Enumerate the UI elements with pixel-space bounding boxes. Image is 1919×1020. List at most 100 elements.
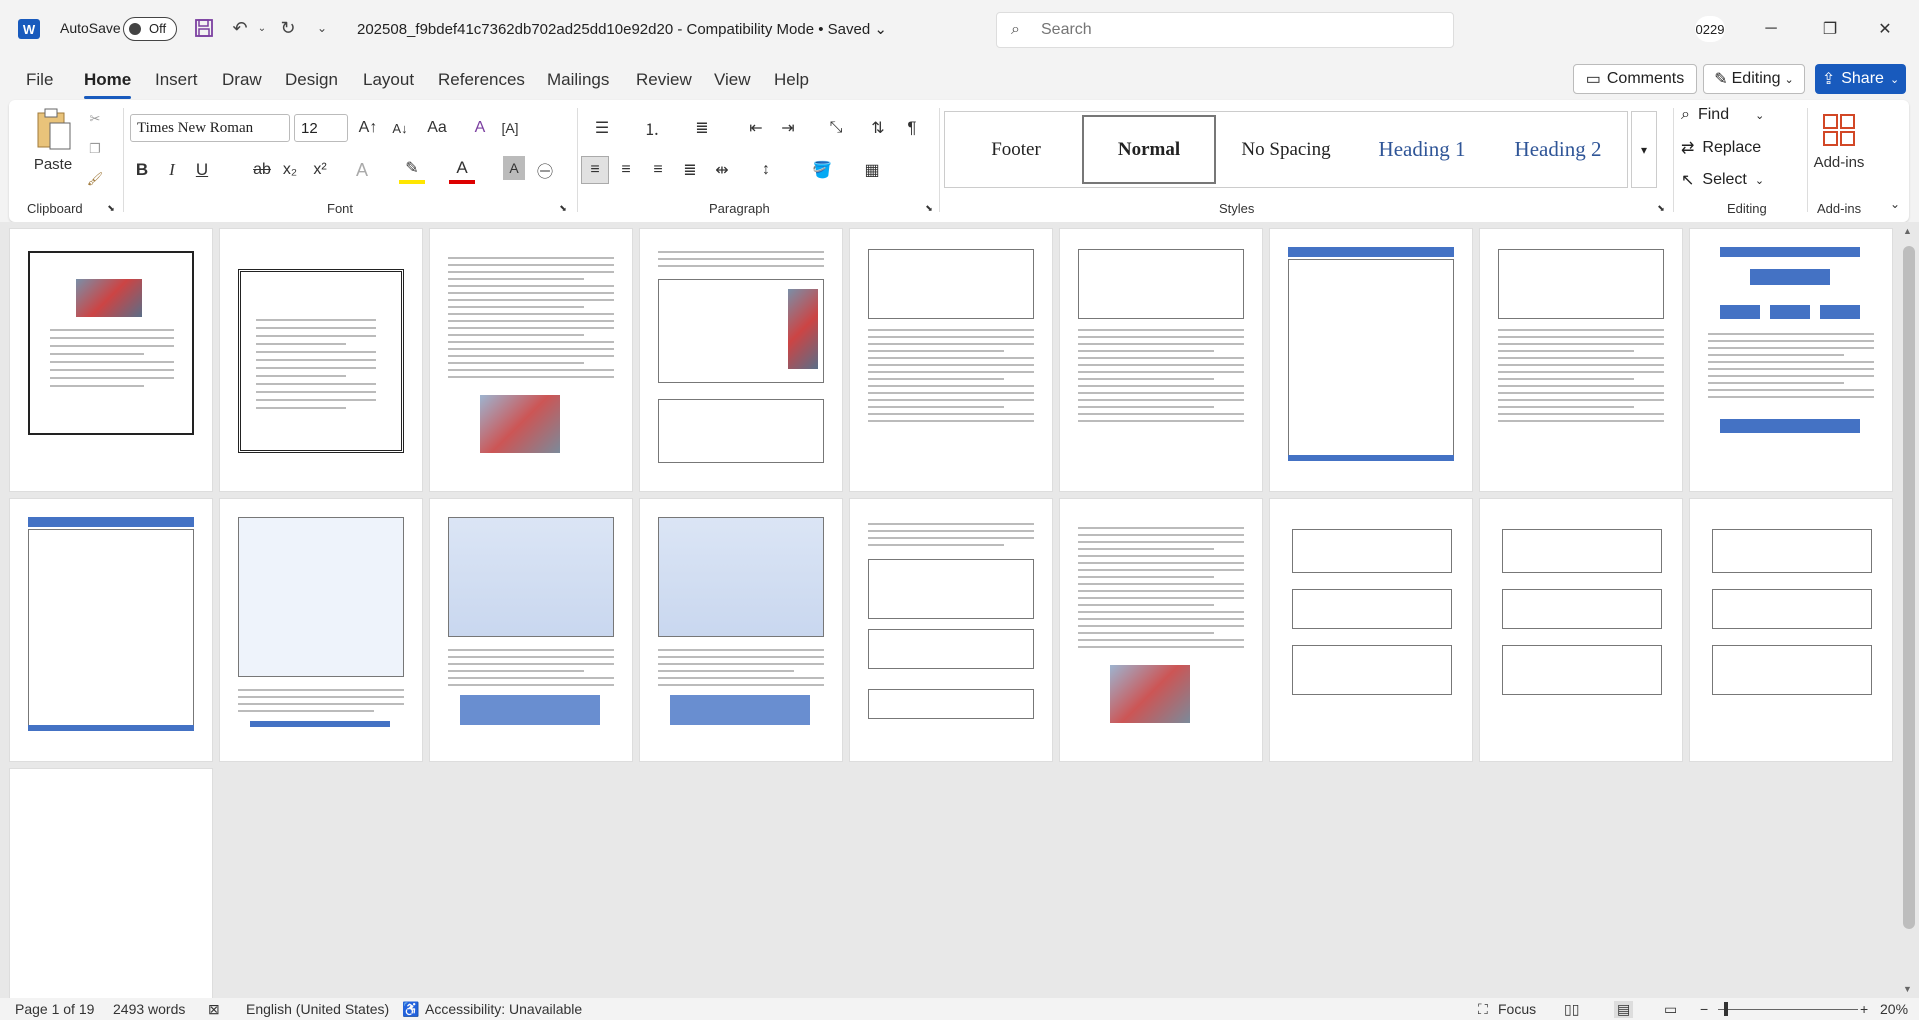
tab-design[interactable]: Design bbox=[285, 70, 338, 90]
dialog-launcher-icon[interactable]: ⬊ bbox=[1655, 202, 1667, 214]
italic-icon[interactable]: I bbox=[159, 156, 185, 184]
quick-access-more-icon[interactable]: ⌄ bbox=[310, 16, 334, 40]
text-direction-icon[interactable]: ⤡ bbox=[819, 114, 853, 142]
close-icon[interactable]: ✕ bbox=[1870, 14, 1900, 44]
paste-icon[interactable] bbox=[31, 106, 75, 152]
undo-icon[interactable]: ↶ bbox=[228, 16, 252, 40]
paint-bucket-icon[interactable]: 🪣 bbox=[805, 156, 839, 184]
document-canvas[interactable] bbox=[0, 222, 1919, 998]
text-effect-icon[interactable]: A bbox=[349, 156, 375, 184]
strikethrough-icon[interactable]: ab bbox=[249, 156, 275, 184]
bullets-icon[interactable]: ☰ bbox=[585, 114, 619, 142]
undo-dropdown-icon[interactable]: ⌄ bbox=[250, 16, 274, 40]
page-thumbnail[interactable] bbox=[1059, 498, 1263, 762]
align-left-icon[interactable]: ≡ bbox=[581, 156, 609, 184]
bold-icon[interactable]: B bbox=[129, 156, 155, 184]
web-layout-icon[interactable]: ▭ bbox=[1664, 1001, 1677, 1018]
cut-icon[interactable]: ✂ bbox=[84, 108, 106, 130]
show-formatting-marks-icon[interactable]: ¶ bbox=[899, 114, 925, 142]
tab-references[interactable]: References bbox=[438, 70, 525, 90]
borders-icon[interactable]: ▦ bbox=[855, 156, 889, 184]
zoom-level[interactable]: 20% bbox=[1880, 1001, 1908, 1017]
add-ins-button[interactable]: Add-ins bbox=[1809, 154, 1869, 171]
user-avatar[interactable]: 0229 bbox=[1695, 16, 1725, 42]
dialog-launcher-icon[interactable]: ⬊ bbox=[557, 202, 569, 214]
page-thumbnail[interactable] bbox=[429, 498, 633, 762]
grow-font-icon[interactable]: A↑ bbox=[355, 114, 381, 142]
styles-more-icon[interactable]: ▾ bbox=[1631, 111, 1657, 188]
page-thumbnail[interactable] bbox=[849, 498, 1053, 762]
save-icon[interactable] bbox=[192, 16, 216, 40]
underline-icon[interactable]: U bbox=[189, 156, 215, 184]
zoom-slider[interactable] bbox=[1718, 1009, 1858, 1010]
clear-formatting-icon[interactable]: A bbox=[467, 114, 493, 142]
format-painter-icon[interactable]: 🖌 bbox=[84, 168, 106, 190]
increase-indent-icon[interactable]: ⇥ bbox=[775, 114, 801, 142]
page-thumbnail[interactable] bbox=[9, 768, 213, 998]
paste-button[interactable]: Paste bbox=[31, 156, 75, 173]
word-count[interactable]: 2493 words bbox=[113, 1001, 185, 1017]
tab-home[interactable]: Home bbox=[84, 70, 132, 99]
style-footer[interactable]: Footer bbox=[951, 115, 1081, 184]
align-right-icon[interactable]: ≡ bbox=[645, 156, 671, 184]
style-heading-1[interactable]: Heading 1 bbox=[1355, 115, 1489, 184]
tab-review[interactable]: Review bbox=[636, 70, 692, 90]
dialog-launcher-icon[interactable]: ⬊ bbox=[923, 202, 935, 214]
select-button[interactable]: ↖ Select ⌄ bbox=[1681, 170, 1764, 190]
document-title[interactable]: 202508_f9bdef41c7362db702ad25dd10e92d20 … bbox=[357, 20, 887, 38]
scroll-down-icon[interactable]: ▼ bbox=[1903, 984, 1912, 994]
replace-button[interactable]: ⇄ Replace bbox=[1681, 138, 1761, 158]
search-input[interactable] bbox=[1041, 20, 1421, 40]
multilevel-list-icon[interactable]: ≣ bbox=[685, 114, 719, 142]
page-thumbnail[interactable] bbox=[219, 498, 423, 762]
tab-layout[interactable]: Layout bbox=[363, 70, 414, 90]
tab-file[interactable]: File bbox=[26, 70, 53, 90]
tab-draw[interactable]: Draw bbox=[222, 70, 262, 90]
justify-icon[interactable]: ≣ bbox=[677, 156, 703, 184]
tab-help[interactable]: Help bbox=[774, 70, 809, 90]
page-thumbnail[interactable] bbox=[1689, 498, 1893, 762]
align-center-icon[interactable]: ≡ bbox=[613, 156, 639, 184]
page-thumbnail[interactable] bbox=[9, 228, 213, 492]
zoom-in-icon[interactable]: + bbox=[1860, 1001, 1868, 1017]
page-thumbnail[interactable] bbox=[1479, 228, 1683, 492]
tab-insert[interactable]: Insert bbox=[155, 70, 198, 90]
page-thumbnail[interactable] bbox=[1689, 228, 1893, 492]
text-effects-icon[interactable]: [A] bbox=[497, 114, 523, 142]
page-thumbnail[interactable] bbox=[849, 228, 1053, 492]
page-thumbnail[interactable] bbox=[9, 498, 213, 762]
language-indicator[interactable]: English (United States) bbox=[246, 1001, 389, 1017]
style-normal[interactable]: Normal bbox=[1082, 115, 1216, 184]
distributed-icon[interactable]: ⇹ bbox=[709, 156, 735, 184]
page-thumbnail[interactable] bbox=[429, 228, 633, 492]
tab-view[interactable]: View bbox=[714, 70, 751, 90]
proofing-icon[interactable]: ⊠ bbox=[208, 1001, 220, 1018]
font-color-icon[interactable]: A bbox=[449, 156, 475, 184]
accessibility-status[interactable]: Accessibility: Unavailable bbox=[425, 1001, 582, 1017]
shrink-font-icon[interactable]: A↓ bbox=[387, 114, 413, 142]
autosave-toggle[interactable]: Off bbox=[123, 17, 177, 41]
page-thumbnail[interactable] bbox=[639, 498, 843, 762]
restore-icon[interactable]: ❐ bbox=[1815, 14, 1845, 44]
search-box[interactable]: ⌕ bbox=[996, 12, 1454, 48]
print-layout-icon[interactable]: ▤ bbox=[1614, 1001, 1634, 1018]
zoom-slider-thumb[interactable] bbox=[1724, 1002, 1728, 1016]
page-thumbnail[interactable] bbox=[219, 228, 423, 492]
decrease-indent-icon[interactable]: ⇤ bbox=[743, 114, 769, 142]
page-thumbnail[interactable] bbox=[1059, 228, 1263, 492]
page-indicator[interactable]: Page 1 of 19 bbox=[15, 1001, 94, 1017]
page-thumbnail[interactable] bbox=[1269, 228, 1473, 492]
focus-button[interactable]: Focus bbox=[1498, 1001, 1536, 1017]
page-thumbnail[interactable] bbox=[1479, 498, 1683, 762]
highlight-icon[interactable]: ✎ bbox=[399, 156, 425, 184]
add-ins-icon[interactable] bbox=[1819, 110, 1859, 150]
collapse-ribbon-icon[interactable]: ⌄ bbox=[1887, 196, 1903, 212]
page-thumbnail[interactable] bbox=[1269, 498, 1473, 762]
subscript-icon[interactable]: x₂ bbox=[277, 156, 303, 184]
minimize-icon[interactable]: ─ bbox=[1756, 14, 1786, 44]
comments-button[interactable]: ▭ Comments bbox=[1573, 64, 1697, 94]
copy-icon[interactable]: ❐ bbox=[84, 138, 106, 160]
shading-icon[interactable]: A bbox=[503, 156, 525, 180]
scroll-up-icon[interactable]: ▲ bbox=[1903, 226, 1912, 236]
find-button[interactable]: ⌕ Find ⌄ bbox=[1681, 106, 1764, 124]
